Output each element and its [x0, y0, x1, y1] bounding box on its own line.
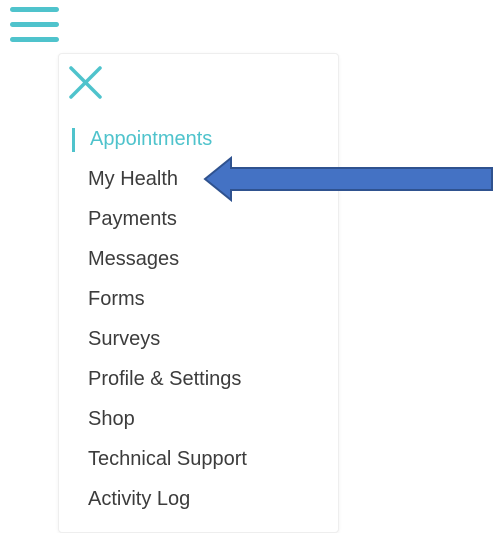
menu-item-technical-support[interactable]: Technical Support: [72, 441, 334, 481]
hamburger-menu-icon[interactable]: [10, 4, 60, 44]
menu-item-surveys[interactable]: Surveys: [72, 321, 334, 361]
menu-item-payments[interactable]: Payments: [72, 201, 334, 241]
app-screen: Appointments My Health Payments Messages…: [0, 0, 498, 533]
close-icon: [69, 66, 102, 99]
hamburger-bar-top: [10, 7, 59, 12]
active-item-indicator: [72, 128, 75, 152]
menu-item-label: Profile & Settings: [88, 368, 242, 390]
menu-item-label: Technical Support: [88, 448, 247, 470]
menu-item-activity-log[interactable]: Activity Log: [72, 481, 334, 521]
menu-item-messages[interactable]: Messages: [72, 241, 334, 281]
menu-item-label: My Health: [88, 168, 179, 190]
menu-item-label: Activity Log: [88, 488, 191, 510]
menu-item-profile-settings[interactable]: Profile & Settings: [72, 361, 334, 401]
menu-item-forms[interactable]: Forms: [72, 281, 334, 321]
menu-item-label: Shop: [88, 408, 135, 430]
menu-item-label: Surveys: [88, 328, 161, 350]
menu-item-appointments[interactable]: Appointments: [72, 121, 334, 161]
menu-item-label: Appointments: [90, 128, 213, 150]
menu-item-shop[interactable]: Shop: [72, 401, 334, 441]
menu-item-label: Forms: [88, 288, 145, 310]
menu-item-label: Messages: [88, 248, 180, 270]
menu-item-label: Payments: [88, 208, 177, 230]
hamburger-bar-middle: [10, 22, 59, 27]
close-menu-button[interactable]: [68, 65, 104, 101]
hamburger-bar-bottom: [10, 37, 59, 42]
left-arrow-icon: [203, 156, 493, 202]
